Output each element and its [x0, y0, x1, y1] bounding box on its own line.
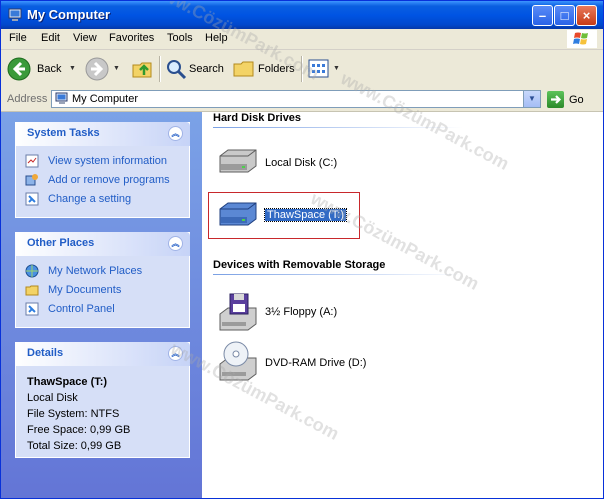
- menu-view[interactable]: View: [73, 32, 97, 44]
- search-icon: [167, 60, 187, 80]
- system-tasks-panel: System Tasks ︽ View system information A…: [15, 122, 190, 218]
- other-places-header[interactable]: Other Places ︽: [15, 232, 190, 256]
- drive-dvd-ram-d[interactable]: DVD-RAM Drive (D:): [216, 340, 386, 382]
- close-button[interactable]: ×: [576, 5, 597, 26]
- address-label: Address: [7, 93, 48, 105]
- add-remove-programs-icon: [25, 174, 38, 186]
- folders-icon: [233, 61, 254, 77]
- hard-disk-blue-icon: [219, 202, 257, 226]
- drive-thawspace-t[interactable]: ThawSpace (T:): [216, 201, 356, 229]
- menu-edit[interactable]: Edit: [41, 32, 60, 44]
- address-dropdown-icon[interactable]: ▼: [523, 91, 540, 107]
- maximize-button[interactable]: □: [554, 5, 575, 26]
- views-button[interactable]: ▼: [308, 57, 340, 81]
- minimize-icon: –: [538, 8, 547, 23]
- title-bar[interactable]: My Computer – □ ×: [1, 1, 603, 29]
- search-label: Search: [189, 63, 224, 75]
- explorer-window: My Computer – □ × File Edit View Favorit…: [0, 0, 604, 499]
- hard-disk-icon: [219, 149, 257, 173]
- collapse-chevron-icon[interactable]: ︽: [168, 236, 183, 251]
- details-file-system: File System: NTFS: [27, 408, 120, 420]
- group-divider: [213, 274, 463, 275]
- other-places-title: Other Places: [27, 237, 95, 249]
- details-total-size: Total Size: 0,99 GB: [27, 440, 122, 452]
- up-folder-button[interactable]: [131, 57, 155, 81]
- collapse-chevron-icon[interactable]: ︽: [168, 346, 183, 361]
- minimize-button[interactable]: –: [532, 5, 553, 26]
- go-label[interactable]: Go: [569, 94, 584, 106]
- details-body: ThawSpace (T:) Local Disk File System: N…: [27, 374, 130, 454]
- details-free-space: Free Space: 0,99 GB: [27, 424, 131, 436]
- menu-favorites[interactable]: Favorites: [109, 32, 154, 44]
- dvd-drive-icon: [219, 341, 257, 381]
- drive-label: DVD-RAM Drive (D:): [265, 357, 367, 369]
- back-button[interactable]: Back ▼: [7, 57, 79, 81]
- task-label: View system information: [48, 155, 168, 167]
- network-places-icon: [25, 264, 39, 278]
- drive-local-disk-c[interactable]: Local Disk (C:): [216, 148, 366, 176]
- toolbar: Back ▼ ▼ Search Folders ▼: [1, 50, 603, 89]
- drive-label: Local Disk (C:): [265, 157, 338, 169]
- place-label: My Documents: [48, 284, 122, 296]
- toolbar-separator: [159, 56, 161, 82]
- forward-dropdown-icon[interactable]: ▼: [113, 65, 120, 72]
- my-computer-icon: [8, 8, 22, 21]
- close-icon: ×: [582, 8, 591, 23]
- window-title: My Computer: [27, 7, 111, 22]
- back-dropdown-icon[interactable]: ▼: [69, 65, 76, 72]
- drive-label: 3½ Floppy (A:): [265, 306, 338, 318]
- other-places-panel: Other Places ︽ My Network Places My Docu…: [15, 232, 190, 328]
- task-pane: System Tasks ︽ View system information A…: [1, 112, 202, 498]
- group-title-removable: Devices with Removable Storage: [213, 259, 386, 271]
- maximize-icon: □: [560, 8, 569, 23]
- forward-button[interactable]: ▼: [85, 57, 120, 81]
- my-computer-icon: [55, 92, 68, 104]
- menu-bar: File Edit View Favorites Tools Help: [1, 29, 603, 50]
- back-arrow-icon: [7, 57, 31, 81]
- up-folder-icon: [132, 62, 152, 78]
- system-tasks-title: System Tasks: [27, 127, 100, 139]
- folder-icon: [25, 285, 39, 296]
- folders-label: Folders: [258, 63, 295, 75]
- place-label: My Network Places: [48, 265, 143, 277]
- control-panel-icon: [25, 192, 39, 206]
- back-label: Back: [37, 63, 62, 75]
- place-label: Control Panel: [48, 303, 115, 315]
- menu-file[interactable]: File: [9, 32, 27, 44]
- drive-floppy-a[interactable]: 3½ Floppy (A:): [216, 292, 366, 332]
- address-input[interactable]: My Computer ▼: [51, 90, 541, 108]
- file-view[interactable]: Hard Disk Drives Local Disk (C:) ThawSpa…: [202, 112, 603, 498]
- views-dropdown-icon[interactable]: ▼: [333, 65, 340, 72]
- views-icon: [308, 59, 329, 78]
- folders-button[interactable]: Folders: [233, 57, 295, 81]
- forward-arrow-icon: [85, 57, 109, 81]
- floppy-drive-icon: [219, 293, 257, 331]
- details-title: Details: [27, 347, 64, 359]
- details-panel: Details ︽ ThawSpace (T:) Local Disk File…: [15, 342, 190, 458]
- menu-help[interactable]: Help: [205, 32, 228, 44]
- control-panel-icon: [25, 302, 39, 316]
- windows-logo-icon: [567, 30, 597, 48]
- task-label: Add or remove programs: [48, 174, 170, 186]
- details-drive-name: ThawSpace (T:): [27, 376, 108, 388]
- task-label: Change a setting: [48, 193, 132, 205]
- group-divider: [213, 127, 463, 128]
- group-title-hard-disks: Hard Disk Drives: [213, 112, 302, 124]
- go-arrow-icon: [551, 95, 562, 104]
- toolbar-separator: [301, 56, 303, 82]
- menu-tools[interactable]: Tools: [167, 32, 193, 44]
- drive-label-selected: ThawSpace (T:): [263, 208, 348, 222]
- address-bar: Address My Computer ▼ Go: [1, 88, 603, 112]
- system-tasks-header[interactable]: System Tasks ︽: [15, 122, 190, 146]
- address-value: My Computer: [72, 93, 139, 105]
- search-button[interactable]: Search: [165, 57, 227, 81]
- details-header[interactable]: Details ︽: [15, 342, 190, 366]
- collapse-chevron-icon[interactable]: ︽: [168, 126, 183, 141]
- details-drive-type: Local Disk: [27, 392, 78, 404]
- go-button[interactable]: [547, 91, 564, 108]
- system-info-icon: [25, 154, 39, 168]
